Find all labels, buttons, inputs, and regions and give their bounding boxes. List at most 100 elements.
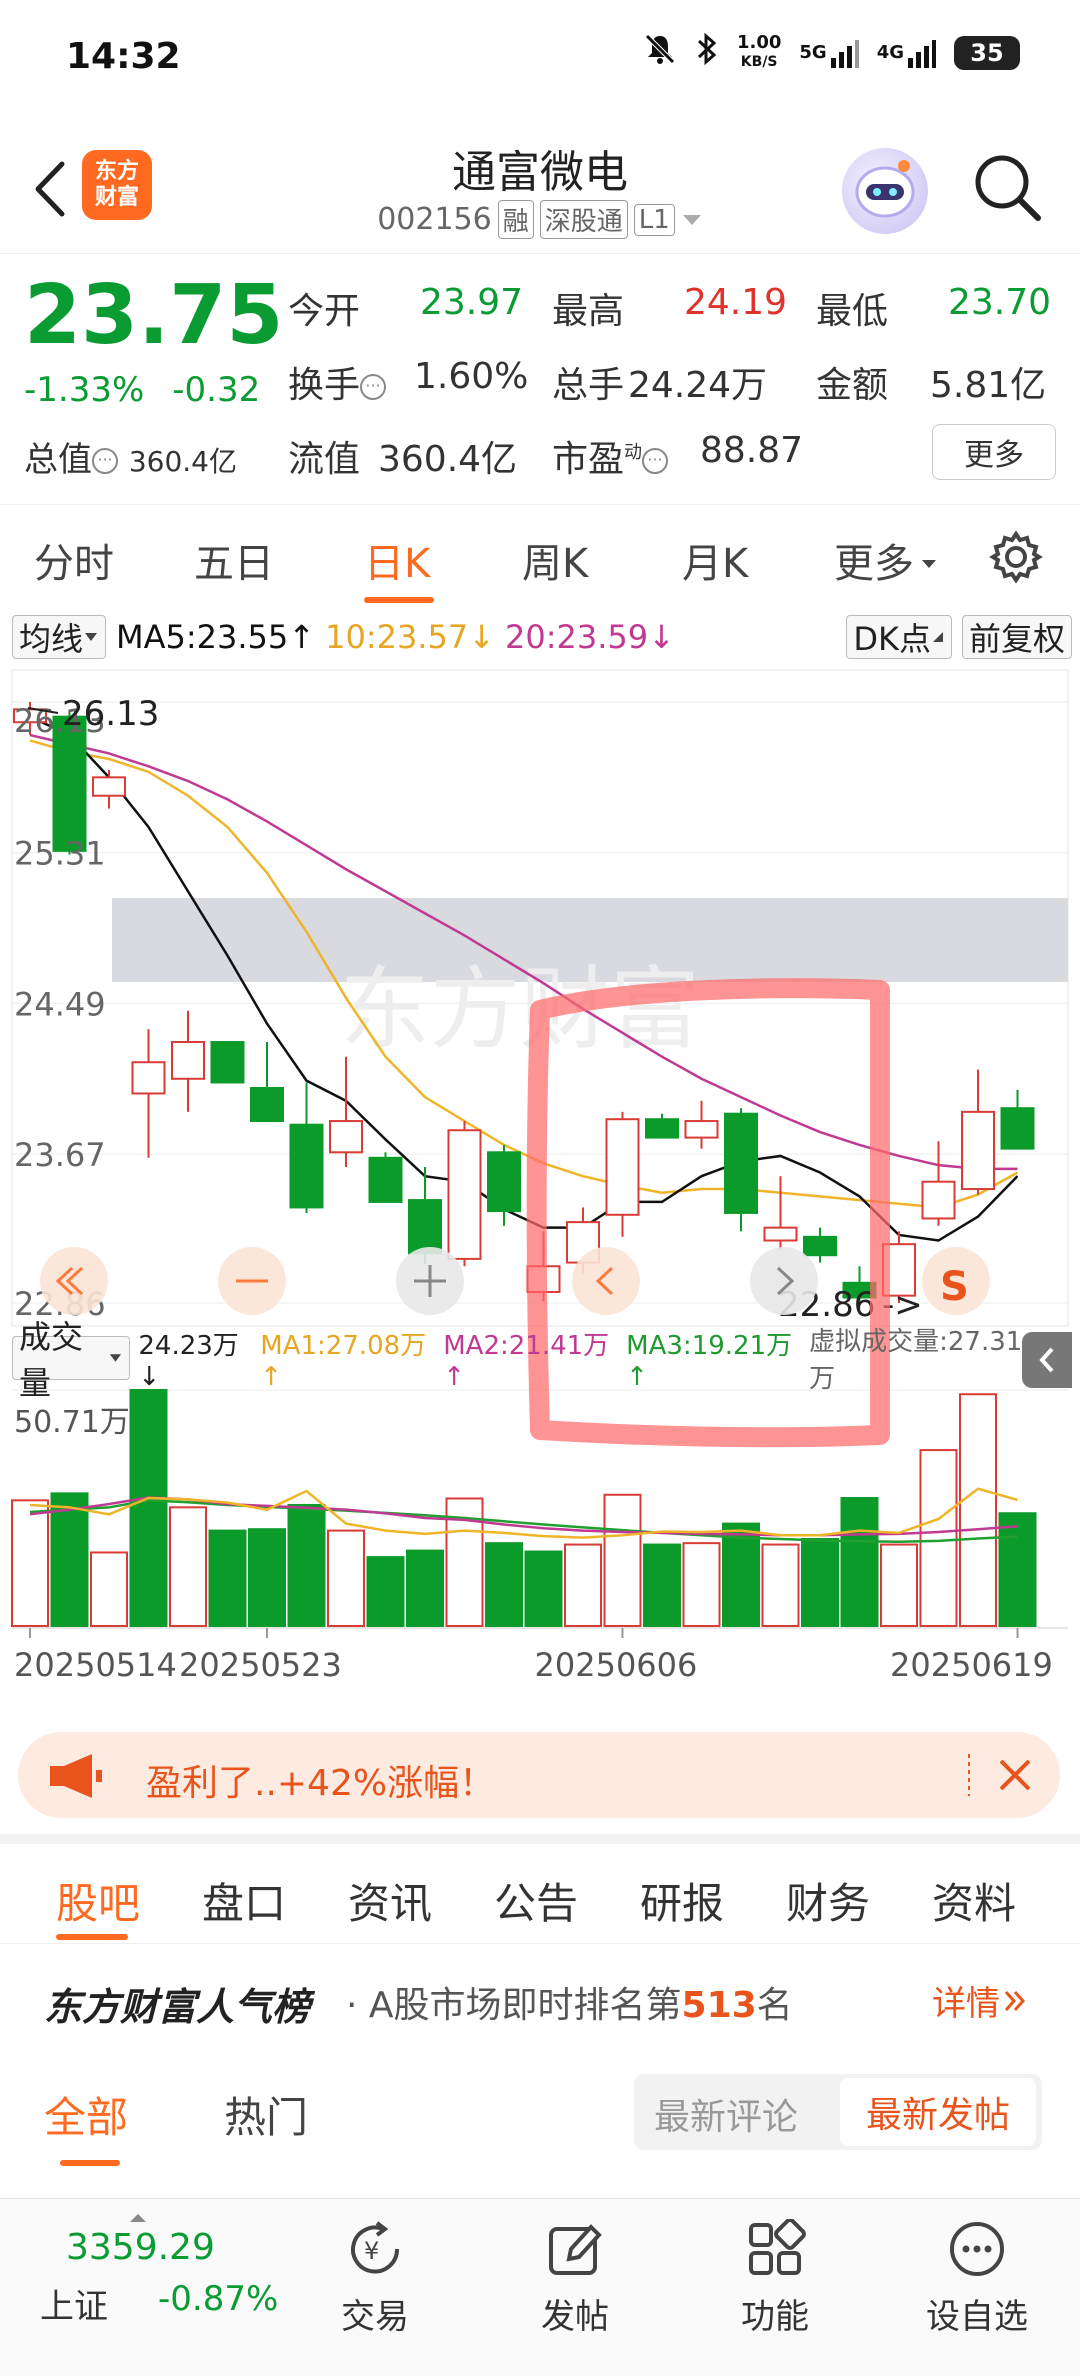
y-tick-label: 23.67	[14, 1136, 106, 1174]
trade-icon: ¥	[351, 2221, 400, 2274]
volume-bar	[564, 1543, 602, 1628]
dropdown-triangle-icon	[682, 214, 701, 225]
promo-close-button[interactable]	[986, 1746, 1044, 1804]
nav-watchlist-label: 设自选	[926, 2297, 1028, 2337]
zoom-in-button[interactable]	[396, 1247, 464, 1315]
turnover-label[interactable]: 换手 ···	[288, 356, 387, 408]
margin-tag: 融	[497, 200, 534, 239]
popularity-detail-label: 详情	[932, 1984, 1000, 2024]
candle-body	[368, 1156, 403, 1203]
net-speed-value: 1.00	[736, 32, 782, 53]
volume-bar	[643, 1543, 681, 1628]
nav-trade[interactable]: ¥ 交易	[310, 2219, 440, 2338]
bottom-nav: 3359.29 上证 -0.87% ¥ 交易 发帖 功能 设自选	[0, 2198, 1080, 2376]
nav-trade-label: 交易	[341, 2297, 409, 2337]
tab-finance[interactable]: 财务	[786, 1870, 870, 1931]
index-value[interactable]: 3359.29	[66, 2227, 215, 2268]
tab-monthly-k[interactable]: 月K	[682, 531, 748, 589]
total-market-cap[interactable]: 总值 ··· 360.4亿	[24, 432, 237, 481]
tab-guba[interactable]: 股吧	[56, 1870, 140, 1931]
volume-bar	[11, 1499, 49, 1628]
scroll-left-far-button[interactable]	[40, 1247, 108, 1315]
net-speed-unit: KB/S	[740, 54, 778, 70]
popularity-ranking-row[interactable]: 东方财富人气榜 · A股市场即时排名第513名 详情	[0, 1944, 1080, 2056]
collapse-panel-button[interactable]	[1022, 1332, 1072, 1388]
search-button[interactable]	[968, 148, 1048, 228]
volume-max-label: 50.71万	[14, 1405, 130, 1440]
status-bar: 14:32 1.00 KB/S 5G 4G 35	[0, 0, 1080, 118]
active-content-tab-indicator	[56, 1934, 128, 1940]
scroll-left-button[interactable]	[572, 1247, 640, 1315]
candle-body	[605, 1118, 640, 1216]
sort-latest-comment[interactable]: 最新评论	[654, 2088, 798, 2140]
kline-chart[interactable]: 东方财富 26.1325.3124.4923.6722.86 26.13 22.…	[0, 660, 1080, 1710]
price-change-row: -1.33% -0.32	[24, 370, 260, 410]
dk-point-button[interactable]: DK点	[846, 615, 952, 659]
tab-daily-k[interactable]: 日K	[364, 531, 430, 589]
turnover-value: 1.60%	[414, 356, 529, 397]
y-tick-label: 25.31	[14, 835, 106, 873]
volume-selector-label: 成交量	[19, 1318, 84, 1402]
volume-bar	[287, 1503, 326, 1627]
volume-bar	[801, 1537, 839, 1627]
change-amount: -0.32	[172, 370, 261, 410]
sort-latest-post[interactable]: 最新发帖	[840, 2078, 1036, 2146]
nav-post[interactable]: 发帖	[510, 2219, 640, 2338]
volume-bar	[603, 1493, 642, 1628]
popularity-prefix: · A股市场即时排名第	[346, 1985, 682, 2026]
amount-label: 金额	[816, 365, 889, 406]
volume-bar	[248, 1528, 286, 1628]
scroll-right-button[interactable]	[750, 1247, 818, 1315]
x-axis-ticks: 20250514 20250523 20250606 20250619	[14, 1628, 1053, 1684]
x-tick-label: 20250514	[14, 1646, 177, 1684]
tab-intraday[interactable]: 分时	[34, 531, 114, 589]
signal-s-button[interactable]: S	[922, 1247, 990, 1315]
sort-toggle: 最新评论 最新发帖	[634, 2074, 1042, 2150]
index-change: -0.87%	[158, 2279, 279, 2319]
promo-banner[interactable]: 盈利了..+42%涨幅！	[18, 1732, 1060, 1818]
indicator-selector[interactable]: 均线	[12, 615, 107, 659]
tab-five-day[interactable]: 五日	[194, 531, 274, 589]
double-chevron-right-icon	[1004, 1990, 1026, 2011]
tab-weekly-k[interactable]: 周K	[522, 531, 588, 589]
tab-announcements[interactable]: 公告	[494, 1870, 578, 1931]
edit-icon	[549, 2224, 602, 2275]
tab-profile[interactable]: 资料	[932, 1870, 1016, 1931]
signal-5g-icon: 5G	[799, 38, 859, 68]
tab-orderbook[interactable]: 盘口	[202, 1870, 286, 1931]
nav-functions[interactable]: 功能	[710, 2219, 840, 2338]
popularity-brand: 东方财富人气榜	[44, 1985, 311, 2029]
filter-hot[interactable]: 热门	[224, 2084, 308, 2145]
tab-research[interactable]: 研报	[640, 1870, 724, 1931]
nav-watchlist[interactable]: 设自选	[912, 2219, 1042, 2338]
volume-bar	[919, 1449, 958, 1627]
title-bar: 东方 财富 通富微电 002156 融 深股通 L1	[0, 118, 1080, 254]
volume-selector[interactable]: 成交量	[12, 1318, 131, 1402]
volume-bar	[208, 1529, 247, 1627]
volume-bar	[761, 1543, 800, 1628]
total-cap-value: 360.4亿	[128, 445, 237, 478]
tab-more-label: 更多	[834, 541, 914, 587]
zoom-out-button[interactable]	[218, 1247, 286, 1315]
volume-bar	[129, 1389, 168, 1627]
popularity-detail-link[interactable]: 详情	[932, 1976, 1030, 2025]
candle-body	[684, 1120, 719, 1139]
vol-ma3: MA3:19.21万↑	[626, 1330, 793, 1392]
pe-sup: 动	[624, 442, 643, 463]
chart-settings-button[interactable]	[988, 529, 1044, 589]
more-quote-button[interactable]: 更多	[932, 424, 1056, 480]
pe-label-text: 市盈	[552, 439, 625, 480]
robot-assistant-icon[interactable]	[842, 148, 928, 234]
candle-body	[645, 1118, 679, 1139]
adjust-button[interactable]: 前复权	[961, 615, 1072, 659]
candle-body	[92, 776, 126, 797]
indicator-selector-label: 均线	[19, 620, 84, 658]
ma-legend-row: 均线 MA5:23.55↑ 10:23.57↓ 20:23.59↓ DK点 前复…	[12, 612, 1072, 662]
filter-all[interactable]: 全部	[44, 2084, 128, 2145]
tab-more[interactable]: 更多	[834, 531, 938, 589]
chevron-left-icon	[1039, 1347, 1054, 1373]
pe-label[interactable]: 市盈动 ···	[552, 430, 669, 482]
vol-ma1: MA1:27.08万↑	[260, 1330, 427, 1392]
pe-value: 88.87	[700, 430, 804, 471]
tab-news[interactable]: 资讯	[348, 1870, 432, 1931]
